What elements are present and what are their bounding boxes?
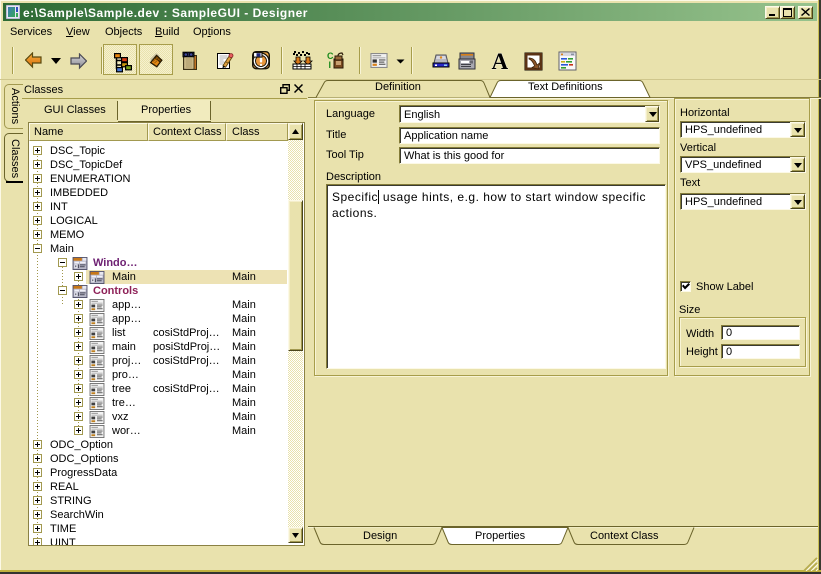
svg-text:I: I	[329, 60, 332, 70]
svg-text:A: A	[492, 51, 509, 71]
